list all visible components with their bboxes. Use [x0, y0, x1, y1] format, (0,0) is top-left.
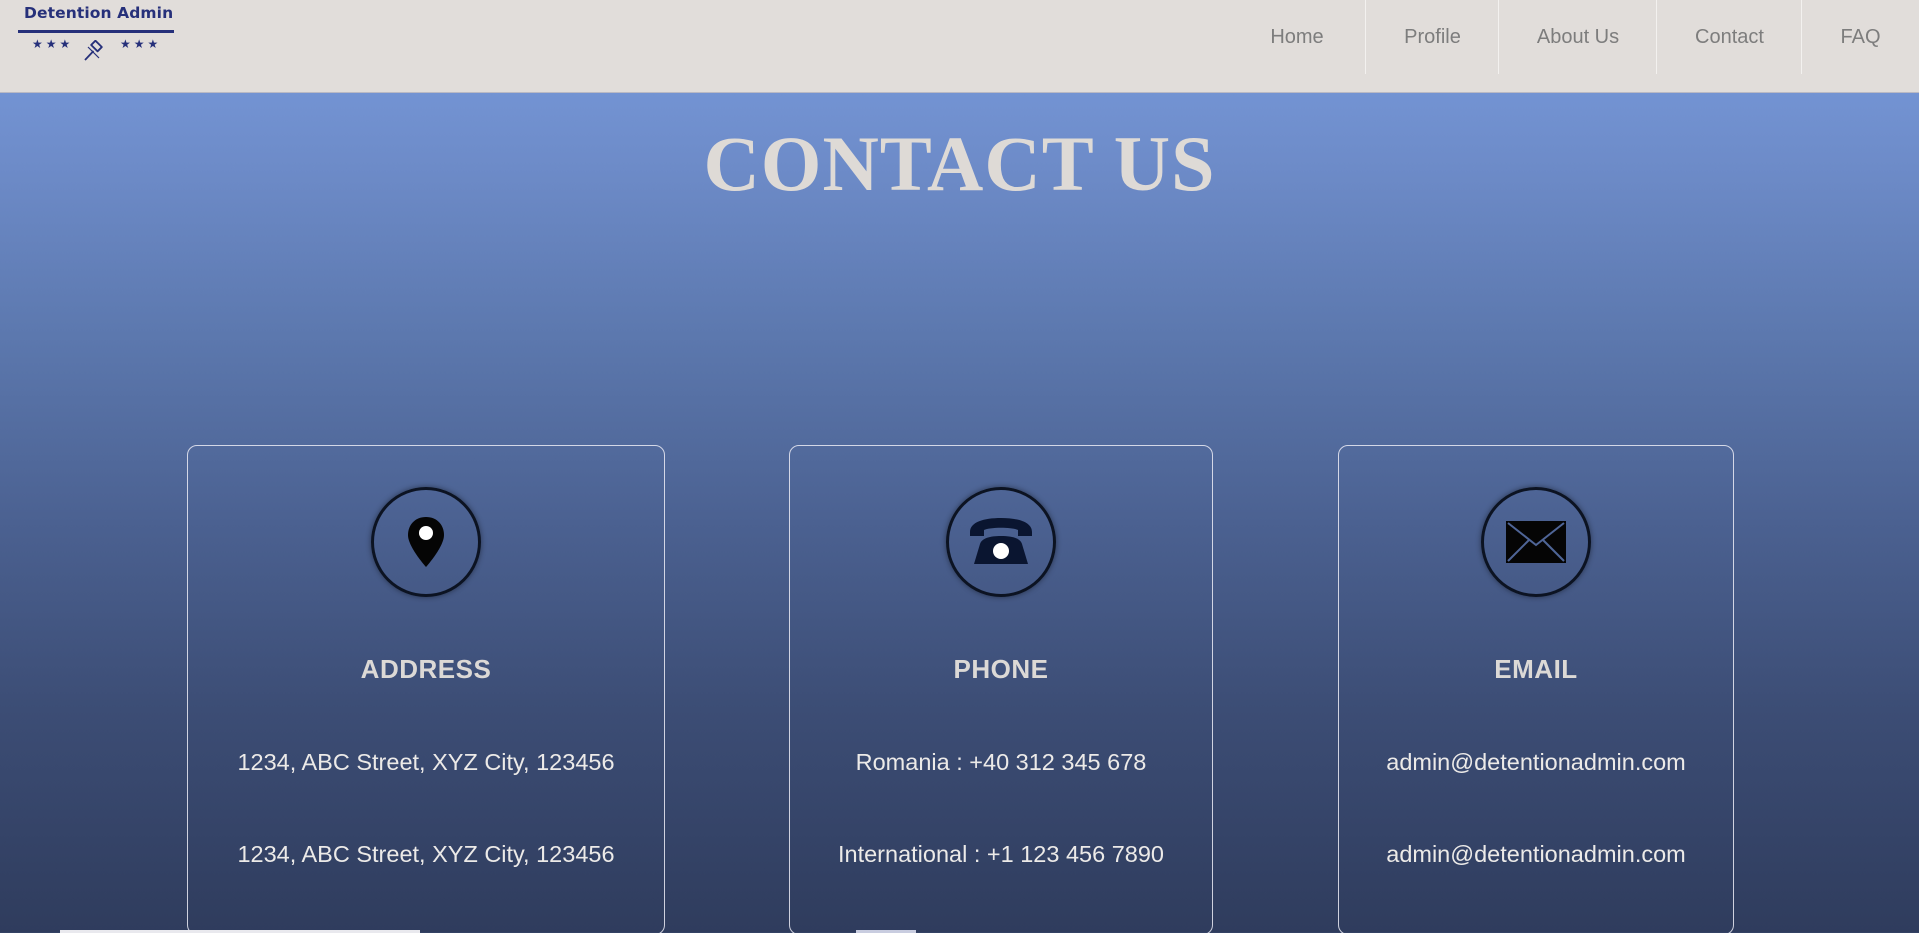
logo-rule: [18, 30, 174, 33]
nav-profile[interactable]: Profile: [1366, 0, 1499, 74]
telephone-icon: [966, 514, 1036, 570]
nav-faq[interactable]: FAQ: [1802, 0, 1919, 74]
phone-heading: PHONE: [953, 654, 1049, 684]
logo-stars-right: ★★★: [120, 37, 162, 51]
address-heading: ADDRESS: [360, 654, 492, 684]
phone-card: PHONE Romania : +40 312 345 678 Internat…: [789, 445, 1213, 933]
address-card: ADDRESS 1234, ABC Street, XYZ City, 1234…: [187, 445, 665, 933]
logo-stars-left: ★★★: [32, 37, 74, 51]
brand-name: Detention Admin: [24, 4, 174, 22]
email-line-1[interactable]: admin@detentionadmin.com: [1339, 749, 1733, 776]
main-nav: Home Profile About Us Contact FAQ: [1228, 0, 1919, 74]
top-header: Detention Admin ★★★ ★★★ Home Profile Abo…: [0, 0, 1919, 93]
envelope-icon: [1505, 520, 1567, 564]
page-title: CONTACT US: [703, 120, 1216, 207]
phone-line-2[interactable]: International : +1 123 456 7890: [790, 841, 1212, 868]
address-line-1: 1234, ABC Street, XYZ City, 123456: [237, 749, 615, 775]
email-card: EMAIL admin@detentionadmin.com admin@det…: [1338, 445, 1734, 933]
phone-icon-circle: [946, 487, 1056, 597]
map-pin-icon: [406, 515, 446, 569]
brand-logo[interactable]: Detention Admin ★★★ ★★★: [18, 3, 176, 69]
email-line-2[interactable]: admin@detentionadmin.com: [1339, 841, 1733, 868]
nav-home[interactable]: Home: [1228, 0, 1366, 74]
address-icon-circle: [371, 487, 481, 597]
email-heading: EMAIL: [1494, 654, 1578, 684]
nav-contact[interactable]: Contact: [1657, 0, 1802, 74]
address-line-2: 1234, ABC Street, XYZ City, 123456: [237, 841, 615, 867]
nav-about-us[interactable]: About Us: [1499, 0, 1657, 74]
gavel-icon: [82, 39, 108, 70]
email-icon-circle: [1481, 487, 1591, 597]
phone-line-1[interactable]: Romania : +40 312 345 678: [790, 749, 1212, 776]
